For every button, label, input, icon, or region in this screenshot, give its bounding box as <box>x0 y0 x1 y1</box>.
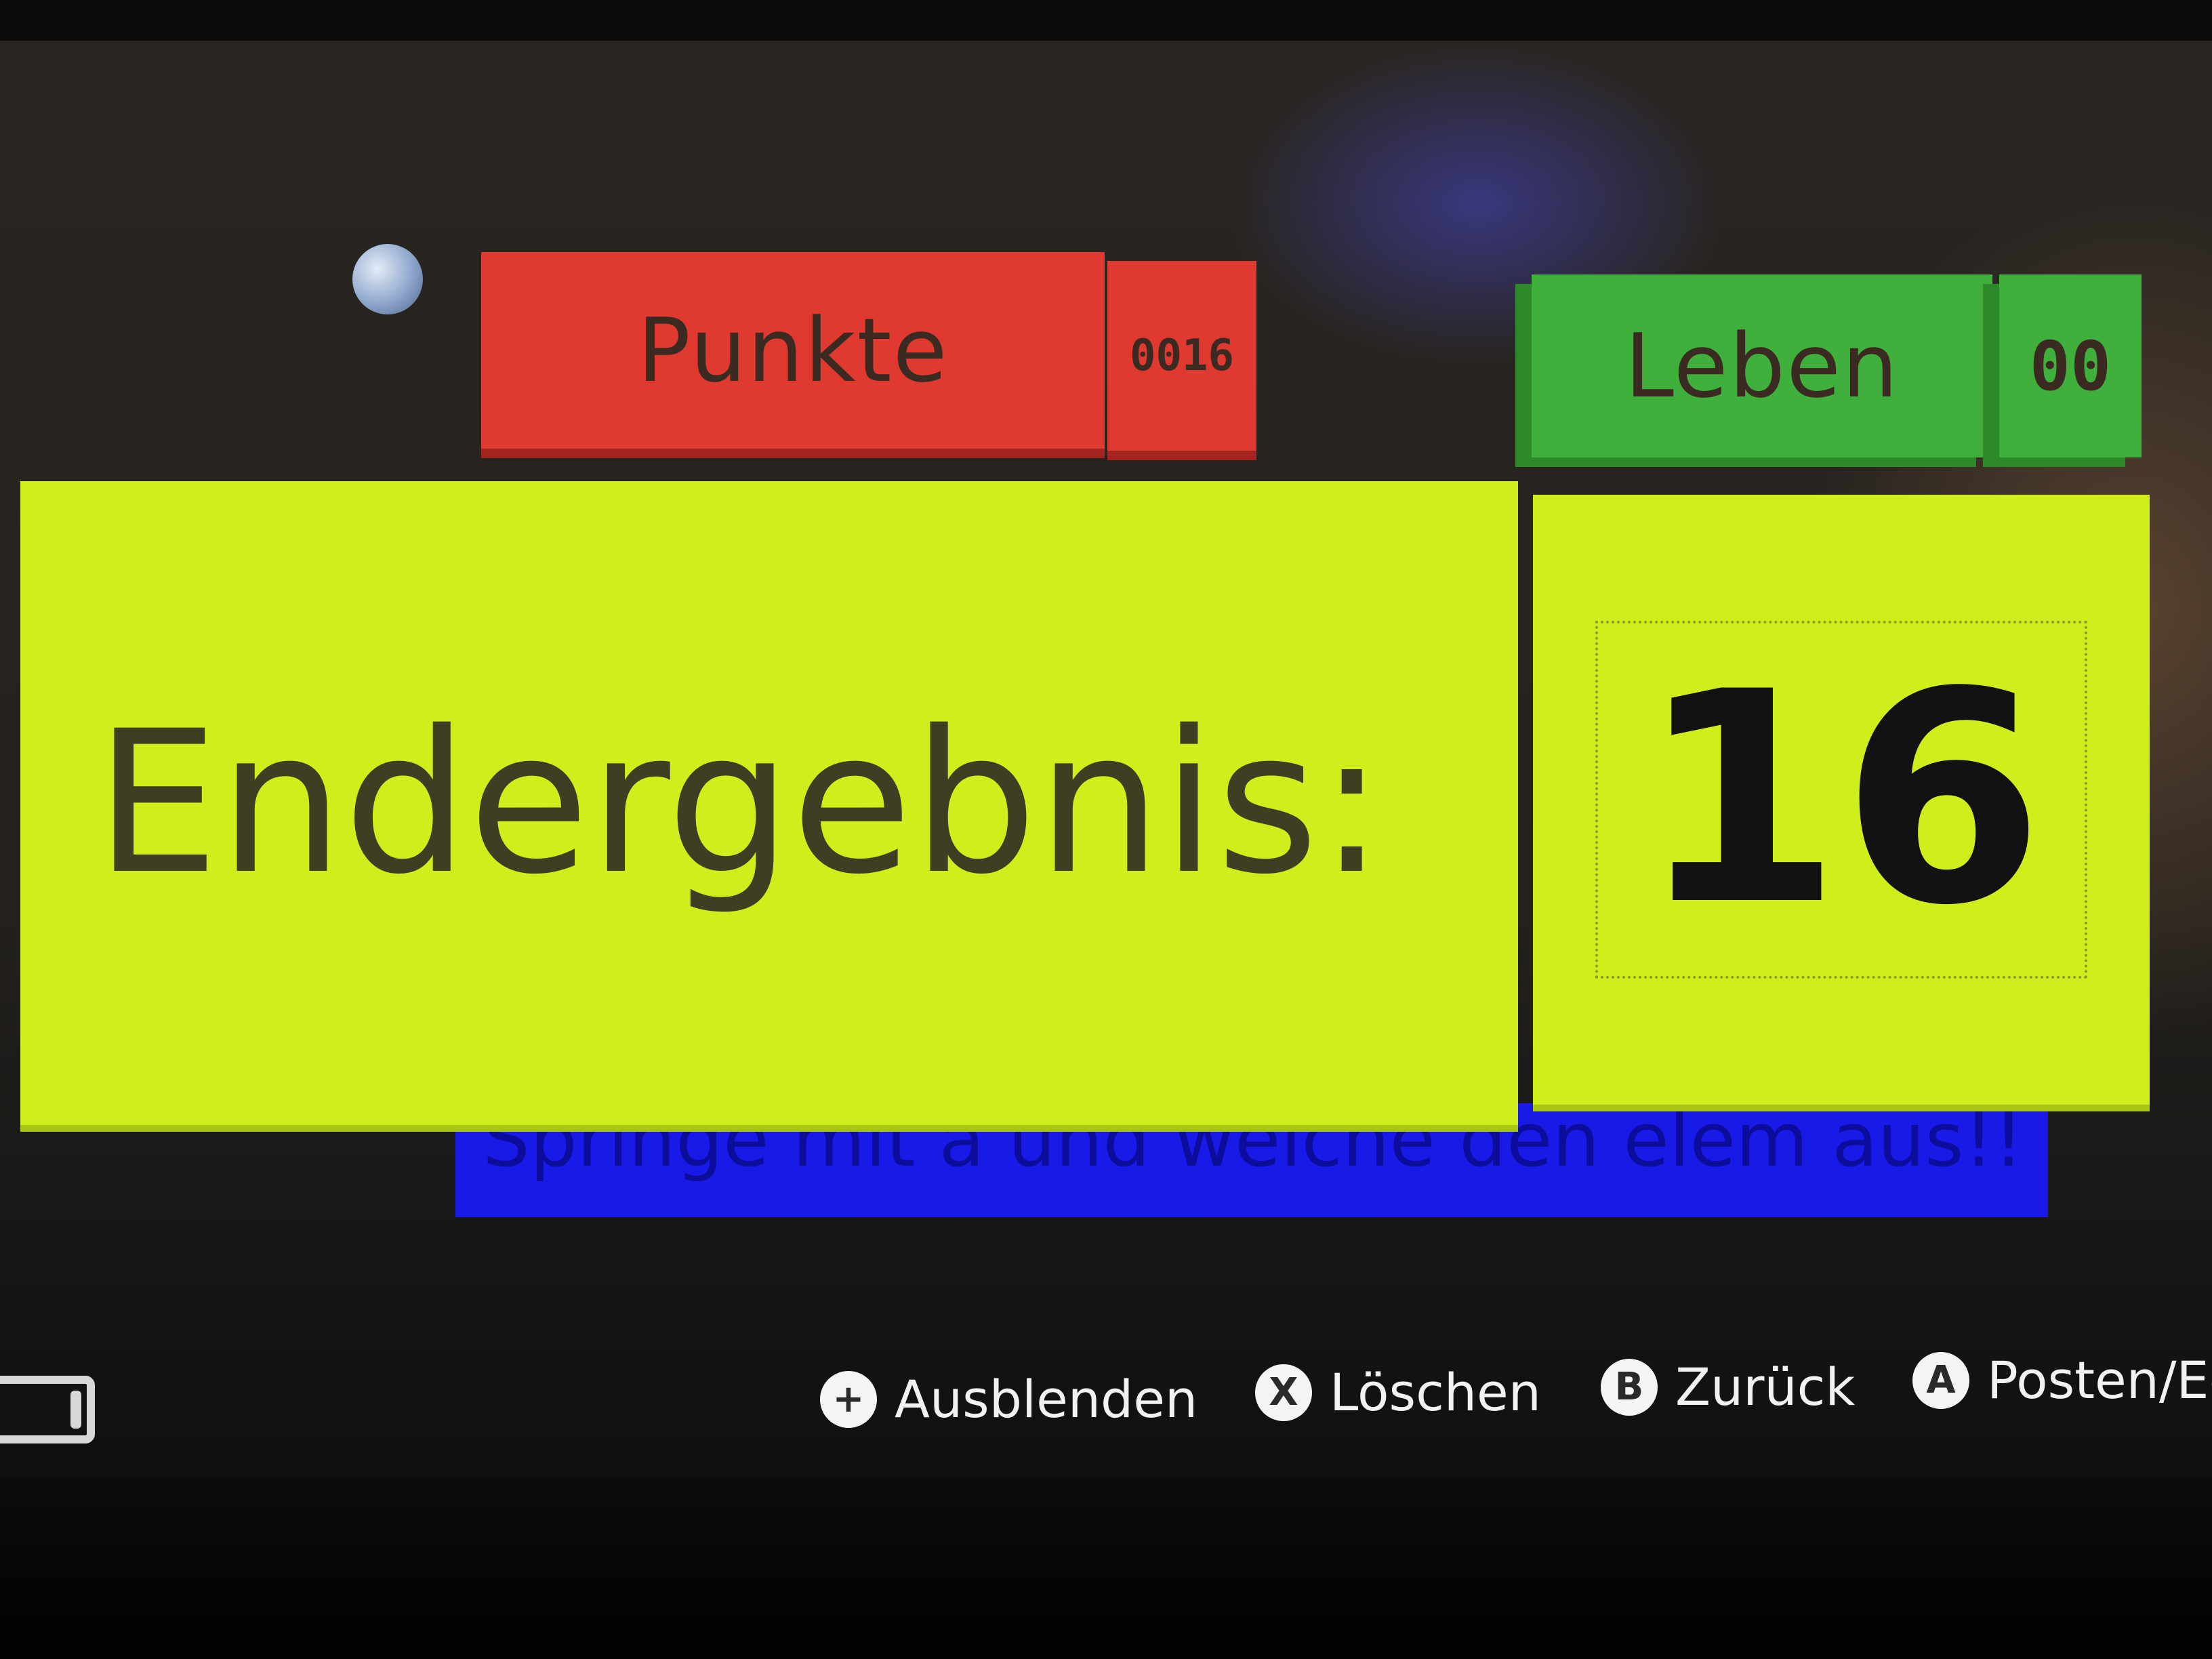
lives-value-panel: 00 <box>1999 274 2142 457</box>
final-result-label: Endergebnis: <box>95 689 1385 918</box>
score-value: 0016 <box>1129 331 1235 381</box>
plus-button-icon: + <box>820 1370 877 1428</box>
post-edit-label: Posten/Ed <box>1987 1350 2212 1410</box>
b-button-icon: B <box>1601 1358 1658 1416</box>
hide-label: Ausblenden <box>895 1369 1198 1429</box>
x-button-icon: X <box>1255 1364 1312 1421</box>
final-result-frame: 16 <box>1595 621 2088 979</box>
back-button[interactable]: B Zurück <box>1601 1357 1855 1417</box>
score-value-panel: 0016 <box>1107 261 1256 451</box>
screen-bezel <box>0 0 2212 41</box>
score-label-panel: Punkte <box>481 252 1105 449</box>
post-edit-button[interactable]: A Posten/Ed <box>1912 1350 2212 1410</box>
lives-value: 00 <box>2029 326 2112 406</box>
bottom-bezel-shadow <box>0 1477 2212 1659</box>
a-button-icon: A <box>1912 1351 1969 1409</box>
final-result-box: 16 <box>1533 495 2150 1105</box>
back-label: Zurück <box>1675 1357 1856 1417</box>
orb-icon <box>352 244 423 314</box>
lives-label: Leben <box>1624 314 1900 417</box>
delete-button[interactable]: X Löschen <box>1255 1362 1541 1422</box>
delete-label: Löschen <box>1330 1362 1541 1422</box>
lives-label-panel: Leben <box>1532 274 1992 457</box>
final-result-value: 16 <box>1638 630 2045 969</box>
final-result-panel: Endergebnis: <box>20 481 1518 1125</box>
console-icon <box>0 1376 95 1443</box>
score-label: Punkte <box>637 299 949 402</box>
hide-button[interactable]: + Ausblenden <box>820 1369 1197 1429</box>
